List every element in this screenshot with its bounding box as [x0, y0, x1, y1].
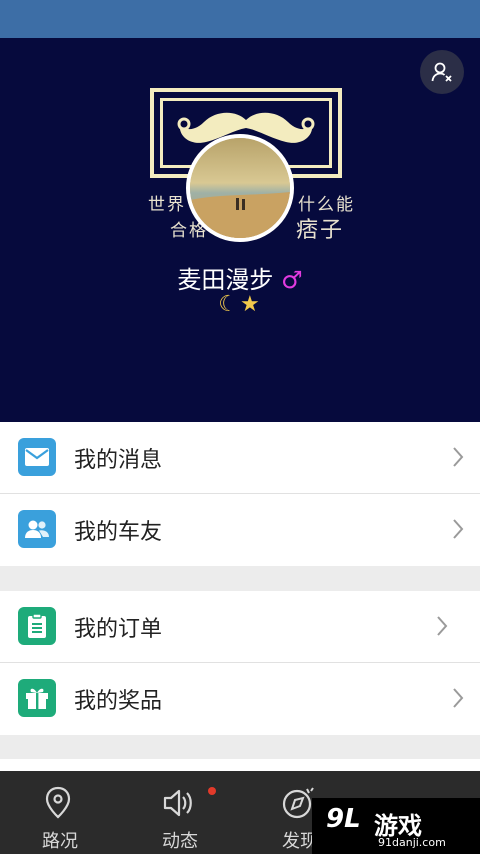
tab-label: 路况 — [42, 831, 78, 852]
chevron-right-icon — [453, 447, 464, 467]
gift-icon — [18, 679, 56, 717]
user-level-badge: ☾★ — [218, 292, 262, 317]
avatar[interactable] — [186, 134, 294, 242]
tab-traffic[interactable]: 路况 — [0, 771, 120, 854]
banner-text: 痞子 — [296, 218, 345, 243]
chevron-right-icon — [453, 688, 464, 708]
banner-text: 世界 — [148, 195, 186, 215]
tab-feed[interactable]: 动态 — [120, 771, 240, 854]
location-pin-icon — [45, 786, 71, 819]
username: 麦田漫步 ♂ — [0, 260, 480, 295]
menu-group-social: 我的消息 我的车友 — [0, 422, 480, 566]
menu-item-label: 我的消息 — [74, 447, 163, 473]
avatar-photo — [190, 138, 290, 238]
menu-item-label: 我的奖品 — [74, 689, 163, 714]
menu-item-prizes[interactable]: 我的奖品 — [0, 663, 480, 735]
menu-group-rewards: 我的订单 我的奖品 — [0, 591, 480, 735]
menu-item-label: 我的订单 — [74, 616, 163, 642]
mail-icon — [18, 438, 56, 476]
watermark-url: 91danji.com — [378, 836, 446, 849]
status-bar — [0, 0, 480, 38]
gender-male-icon: ♂ — [281, 266, 303, 294]
chevron-right-icon — [437, 616, 448, 636]
username-text: 麦田漫步 — [177, 266, 274, 294]
compass-icon — [282, 787, 314, 819]
account-switch-button[interactable] — [420, 50, 464, 94]
menu-item-friends[interactable]: 我的车友 — [0, 494, 480, 566]
menu-item-label: 我的车友 — [74, 520, 163, 545]
menu-group-partial — [0, 759, 480, 771]
watermark: 9L 游戏 91danji.com — [312, 798, 480, 854]
watermark-logo: 9L — [326, 804, 361, 834]
notification-dot — [208, 787, 216, 795]
speaker-icon — [163, 789, 192, 817]
tab-label: 动态 — [162, 831, 198, 852]
menu-item-orders[interactable]: 我的订单 — [0, 591, 480, 663]
user-switch-icon — [431, 62, 452, 82]
menu-item-messages[interactable]: 我的消息 — [0, 422, 480, 494]
chevron-right-icon — [453, 519, 464, 539]
friends-icon — [18, 510, 56, 548]
profile-header: 世界 什么能 合格 痞子 麦田漫步 ♂ ☾★ — [0, 38, 480, 422]
order-icon — [18, 607, 56, 645]
